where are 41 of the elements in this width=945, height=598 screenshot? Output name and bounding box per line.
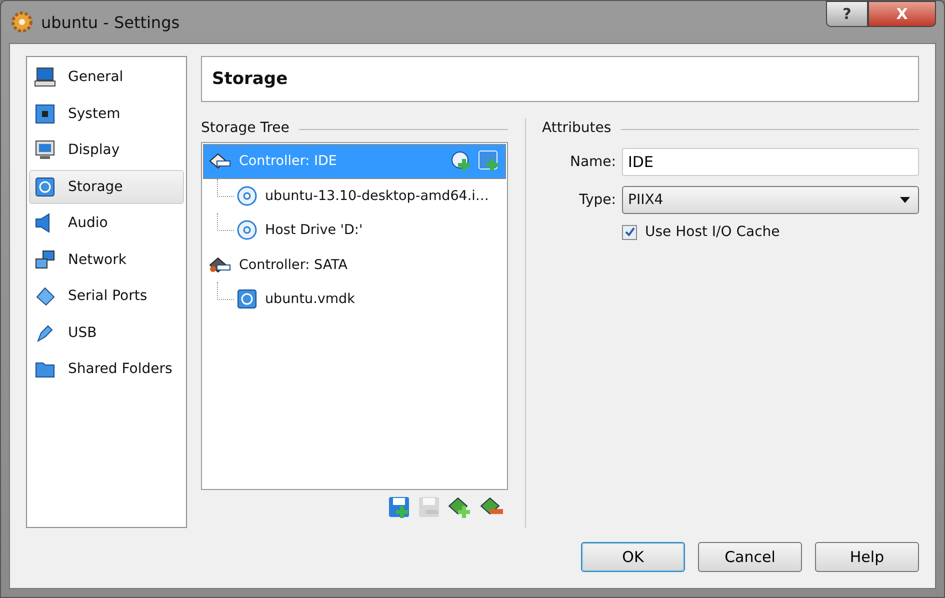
add-controller-icon (448, 496, 472, 518)
controller-icon (209, 152, 231, 170)
tree-item[interactable]: Controller: SATA (203, 248, 506, 282)
network-icon (34, 248, 56, 270)
sidebar-item[interactable]: System (29, 96, 184, 130)
help-button[interactable]: ? (826, 1, 868, 27)
sidebar-item[interactable]: Network (29, 242, 184, 276)
cache-checkbox[interactable]: Use Host I/O Cache (622, 224, 919, 240)
dialog-button[interactable]: Cancel (698, 542, 802, 572)
add-controller-button[interactable] (448, 496, 472, 518)
group-label: Attributes (542, 120, 612, 136)
controller-icon (209, 256, 231, 274)
sidebar-item[interactable]: USB (29, 316, 184, 350)
sidebar-item[interactable]: Serial Ports (29, 279, 184, 313)
type-dropdown[interactable]: PIIX4 (622, 186, 919, 214)
page-title: Storage (212, 69, 288, 89)
add-optical-drive-icon[interactable] (450, 150, 472, 172)
sidebar-item[interactable]: Storage (29, 170, 184, 204)
field-label: Name: (568, 154, 616, 170)
chip-icon (34, 102, 56, 124)
tree-item[interactable]: ubuntu.vmdk (203, 282, 506, 316)
dialog-button[interactable]: OK (581, 542, 685, 572)
tree-item[interactable]: Host Drive 'D:' (203, 213, 506, 248)
name-field[interactable]: IDE (622, 148, 919, 176)
monitor-icon (34, 139, 56, 161)
gear-icon (11, 11, 33, 33)
dialog-button[interactable]: Help (815, 542, 919, 572)
computer-icon (34, 66, 56, 88)
checkbox[interactable] (622, 224, 637, 240)
sidebar-item[interactable]: Shared Folders (29, 352, 184, 386)
field-label: Type: (578, 192, 616, 208)
add-disk-button[interactable] (388, 496, 410, 518)
window-title: ubuntu - Settings (41, 12, 180, 32)
dropdown-arrow-icon (900, 197, 910, 203)
tree-item[interactable]: ubuntu-13.10-desktop-amd64.i… (203, 178, 506, 213)
sidebar-item[interactable]: General (29, 60, 184, 94)
sidebar-item[interactable]: Audio (29, 206, 184, 240)
disc-icon (237, 186, 257, 206)
group-label: Storage Tree (201, 120, 290, 136)
sidebar-item[interactable]: Display (29, 133, 184, 167)
disc-icon (237, 220, 257, 240)
